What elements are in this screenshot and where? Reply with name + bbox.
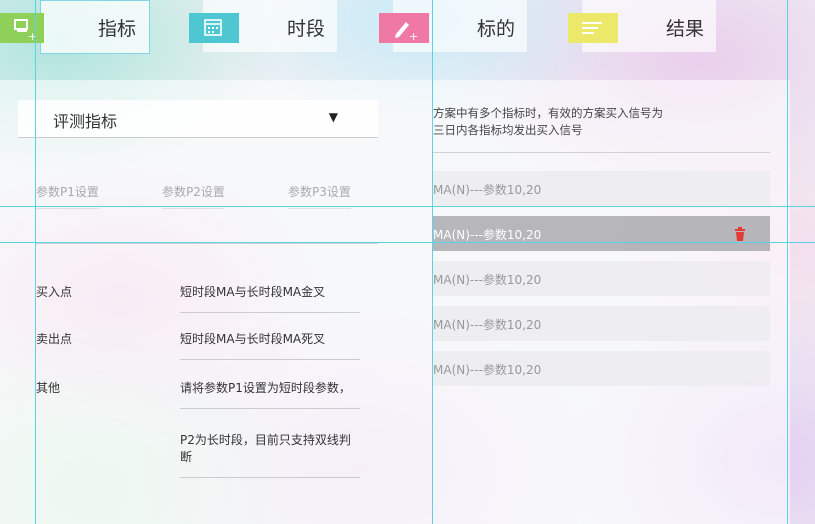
chart-add-icon: + — [0, 13, 44, 43]
guide-line — [432, 0, 433, 524]
tab-period-label: 时段 — [286, 18, 325, 40]
other-value-line2: P2为长时段，目前只支持双线判断 — [180, 431, 360, 478]
tab-indicator-label: 指标 — [97, 18, 136, 40]
indicator-item-text: MA(N)---参数10,20 — [433, 228, 542, 242]
guide-line — [35, 0, 36, 524]
buy-point-label: 买入点 — [36, 285, 73, 299]
tab-indicator[interactable]: + 指标 — [0, 0, 150, 54]
other-value-line1: 请将参数P1设置为短时段参数， — [180, 379, 360, 409]
tab-target[interactable]: + 标的 — [379, 0, 529, 52]
indicator-select-label: 评测指标 — [53, 112, 118, 131]
scheme-note: 方案中有多个指标时，有效的方案买入信号为 三日内各指标均发出买入信号 — [433, 105, 663, 139]
scheme-note-line2: 三日内各指标均发出买入信号 — [433, 123, 583, 137]
indicator-list-item[interactable]: MA(N)---参数10,20 — [433, 261, 770, 296]
sell-point-label: 卖出点 — [36, 332, 73, 346]
guide-line — [0, 242, 815, 243]
right-panel — [405, 80, 790, 524]
scheme-note-line1: 方案中有多个指标时，有效的方案买入信号为 — [433, 106, 663, 120]
guide-line — [787, 0, 788, 524]
divider — [36, 243, 378, 244]
indicator-list-item-selected[interactable]: MA(N)---参数10,20 — [433, 216, 770, 251]
indicator-list-item[interactable]: MA(N)---参数10,20 — [433, 171, 770, 206]
indicator-item-text: MA(N)---参数10,20 — [433, 363, 542, 377]
pen-add-icon: + — [379, 13, 429, 43]
note-divider — [433, 152, 770, 153]
triangle-down-icon: ▼ — [328, 110, 338, 124]
calendar-icon — [189, 13, 239, 43]
indicator-list-item[interactable]: MA(N)---参数10,20 — [433, 351, 770, 386]
indicator-item-text: MA(N)---参数10,20 — [433, 183, 542, 197]
indicator-item-text: MA(N)---参数10,20 — [433, 318, 542, 332]
tab-period[interactable]: 时段 — [189, 0, 339, 52]
other-label: 其他 — [36, 381, 61, 395]
list-icon — [568, 13, 618, 43]
buy-point-value: 短时段MA与长时段MA金叉 — [180, 283, 360, 313]
tab-target-label: 标的 — [476, 18, 515, 40]
sell-point-value: 短时段MA与长时段MA死叉 — [180, 330, 360, 360]
guide-line — [0, 206, 815, 207]
indicator-select[interactable]: 评测指标 ▼ — [18, 100, 378, 138]
svg-text:+: + — [409, 30, 418, 43]
indicator-list-item[interactable]: MA(N)---参数10,20 — [433, 306, 770, 341]
tab-result-label: 结果 — [665, 18, 704, 40]
indicator-item-text: MA(N)---参数10,20 — [433, 273, 542, 287]
tab-result[interactable]: 结果 — [568, 0, 718, 52]
